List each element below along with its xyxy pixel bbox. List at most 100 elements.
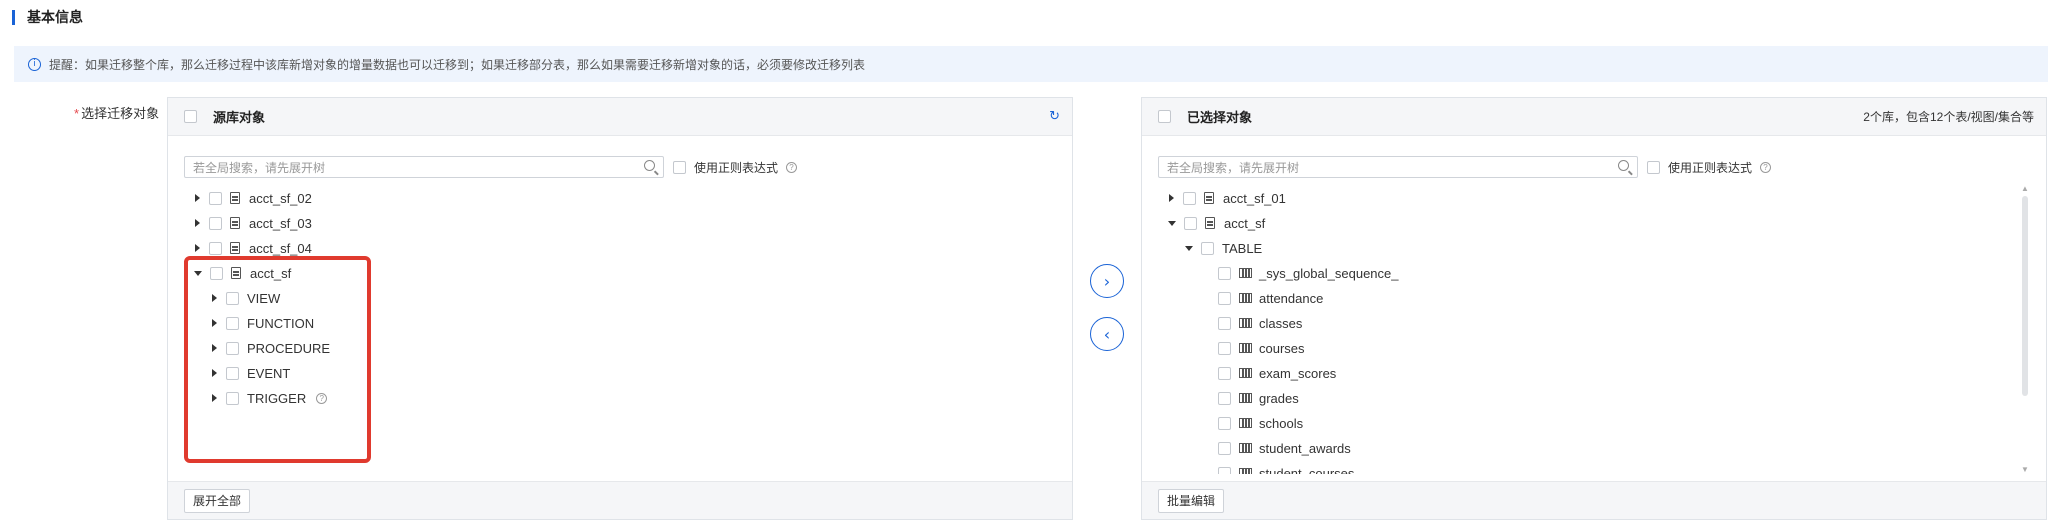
database-icon bbox=[230, 217, 240, 229]
selected-select-all-checkbox[interactable] bbox=[1158, 110, 1171, 123]
table-icon bbox=[1239, 468, 1252, 474]
tree-node-checkbox[interactable] bbox=[1218, 466, 1231, 474]
selected-search-input[interactable]: 若全局搜索，请先展开树 bbox=[1158, 156, 1638, 178]
section-title-text: 基本信息 bbox=[27, 9, 83, 25]
tree-node-checkbox[interactable] bbox=[1184, 216, 1197, 230]
table-icon bbox=[1239, 393, 1252, 403]
chevron-right-icon: › bbox=[1103, 271, 1111, 291]
tree-node-database[interactable]: acct_sf_01 bbox=[1169, 188, 1286, 208]
tree-node-checkbox[interactable] bbox=[209, 191, 222, 205]
caret-right-icon[interactable] bbox=[1169, 194, 1174, 202]
tree-node-checkbox[interactable] bbox=[209, 241, 222, 255]
source-regex-checkbox[interactable] bbox=[673, 160, 686, 174]
tree-node-checkbox[interactable] bbox=[1218, 291, 1231, 305]
tree-node-table[interactable]: grades bbox=[1218, 388, 1299, 408]
tree-node-label: exam_scores bbox=[1259, 365, 1337, 381]
tree-node-label: acct_sf_02 bbox=[249, 190, 312, 206]
move-left-button[interactable]: ‹ bbox=[1090, 317, 1124, 351]
tree-node-label: acct_sf bbox=[1224, 215, 1266, 231]
help-icon[interactable]: ? bbox=[1760, 161, 1772, 173]
tree-node-table[interactable]: courses bbox=[1218, 338, 1305, 358]
tree-node-checkbox[interactable] bbox=[1218, 316, 1231, 330]
selected-regex-label: 使用正则表达式 bbox=[1668, 160, 1753, 175]
tree-node-checkbox[interactable] bbox=[209, 216, 222, 230]
tree-node-database[interactable]: acct_sf_02 bbox=[195, 188, 312, 208]
selected-regex-toggle[interactable]: 使用正则表达式 ? bbox=[1647, 159, 1772, 176]
tree-node-checkbox[interactable] bbox=[1201, 241, 1214, 255]
scroll-down-icon[interactable]: ▼ bbox=[2021, 465, 2029, 474]
selected-tree-scrollbar[interactable]: ▲ ▼ bbox=[2021, 184, 2029, 474]
tree-node-label: TABLE bbox=[1222, 240, 1263, 256]
caret-down-icon[interactable] bbox=[1168, 220, 1176, 226]
tree-node-label: attendance bbox=[1259, 290, 1324, 306]
tree-node-checkbox[interactable] bbox=[1218, 391, 1231, 405]
caret-right-icon[interactable] bbox=[195, 244, 200, 252]
tree-node-database[interactable]: acct_sf bbox=[1168, 213, 1265, 233]
notice-text: 提醒：如果迁移整个库，那么迁移过程中该库新增对象的增量数据也可以迁移到；如果迁移… bbox=[49, 57, 866, 72]
tree-node-table[interactable]: student_courses bbox=[1218, 463, 1354, 474]
caret-right-icon[interactable] bbox=[195, 219, 200, 227]
selected-objects-panel: 已选择对象 2个库，包含12个表/视图/集合等 若全局搜索，请先展开树 使用正则… bbox=[1141, 97, 2047, 520]
selected-panel-title: 已选择对象 bbox=[1187, 110, 1253, 125]
search-icon[interactable] bbox=[1618, 160, 1629, 171]
tree-node-table[interactable]: classes bbox=[1218, 313, 1302, 333]
source-panel-title: 源库对象 bbox=[213, 110, 266, 125]
search-icon[interactable] bbox=[644, 160, 655, 171]
tree-node-label: student_courses bbox=[1259, 465, 1355, 475]
refresh-icon[interactable]: ↻ bbox=[1049, 109, 1060, 124]
section-accent-bar bbox=[12, 9, 15, 25]
tree-node-table[interactable]: attendance bbox=[1218, 288, 1323, 308]
database-icon bbox=[230, 192, 240, 204]
tree-node-label: grades bbox=[1259, 390, 1299, 406]
batch-edit-button[interactable]: 批量编辑 bbox=[1158, 488, 1225, 513]
tree-node-label: _sys_global_sequence_ bbox=[1259, 265, 1399, 281]
selected-search-placeholder: 若全局搜索，请先展开树 bbox=[1167, 160, 1300, 175]
table-icon bbox=[1239, 343, 1252, 353]
source-select-all-checkbox[interactable] bbox=[184, 110, 197, 123]
tree-node-label: acct_sf_01 bbox=[1223, 190, 1286, 206]
tree-node-table[interactable]: _sys_global_sequence_ bbox=[1218, 263, 1399, 283]
tree-node-label: courses bbox=[1259, 340, 1305, 356]
source-search-input[interactable]: 若全局搜索，请先展开树 bbox=[184, 156, 664, 178]
tree-node-database[interactable]: acct_sf_03 bbox=[195, 213, 312, 233]
selected-summary: 2个库，包含12个表/视图/集合等 bbox=[1863, 110, 2034, 124]
tree-node-checkbox[interactable] bbox=[1218, 341, 1231, 355]
tree-node-label: classes bbox=[1259, 315, 1303, 331]
table-icon bbox=[1239, 318, 1252, 328]
tree-node-checkbox[interactable] bbox=[1218, 366, 1231, 380]
tree-node-checkbox[interactable] bbox=[1218, 266, 1231, 280]
scroll-up-icon[interactable]: ▲ bbox=[2021, 184, 2029, 193]
expand-all-button[interactable]: 展开全部 bbox=[184, 488, 251, 513]
table-icon bbox=[1239, 268, 1252, 278]
caret-down-icon[interactable] bbox=[1185, 245, 1193, 251]
scrollbar-thumb[interactable] bbox=[2022, 196, 2028, 396]
tree-node-checkbox[interactable] bbox=[1218, 416, 1231, 430]
move-right-button[interactable]: › bbox=[1090, 264, 1124, 298]
tree-node-group[interactable]: TABLE bbox=[1185, 238, 1262, 258]
tree-node-checkbox[interactable] bbox=[1183, 191, 1196, 205]
table-icon bbox=[1239, 293, 1252, 303]
highlight-box bbox=[184, 256, 371, 463]
info-icon: i bbox=[28, 57, 41, 71]
help-icon[interactable]: ? bbox=[786, 161, 798, 173]
source-regex-label: 使用正则表达式 bbox=[694, 160, 779, 175]
source-regex-toggle[interactable]: 使用正则表达式 ? bbox=[673, 159, 798, 176]
source-search-placeholder: 若全局搜索，请先展开树 bbox=[193, 160, 326, 175]
tree-node-label: acct_sf_03 bbox=[249, 215, 312, 231]
tree-node-database[interactable]: acct_sf_04 bbox=[195, 238, 312, 258]
tree-node-checkbox[interactable] bbox=[1218, 441, 1231, 455]
chevron-left-icon: ‹ bbox=[1103, 324, 1111, 344]
tree-node-table[interactable]: exam_scores bbox=[1218, 363, 1336, 383]
selected-panel-footer: 批量编辑 bbox=[1142, 481, 2046, 519]
table-icon bbox=[1239, 443, 1252, 453]
source-panel-header: 源库对象 ↻ bbox=[168, 98, 1072, 136]
tree-node-table[interactable]: student_awards bbox=[1218, 438, 1351, 458]
table-icon bbox=[1239, 368, 1252, 378]
tree-node-table[interactable]: schools bbox=[1218, 413, 1303, 433]
caret-right-icon[interactable] bbox=[195, 194, 200, 202]
field-label-text: 选择迁移对象 bbox=[81, 106, 160, 121]
database-icon bbox=[1205, 217, 1215, 229]
field-label: * 选择迁移对象 bbox=[74, 103, 159, 122]
selected-regex-checkbox[interactable] bbox=[1647, 160, 1660, 174]
source-panel-footer: 展开全部 bbox=[168, 481, 1072, 519]
